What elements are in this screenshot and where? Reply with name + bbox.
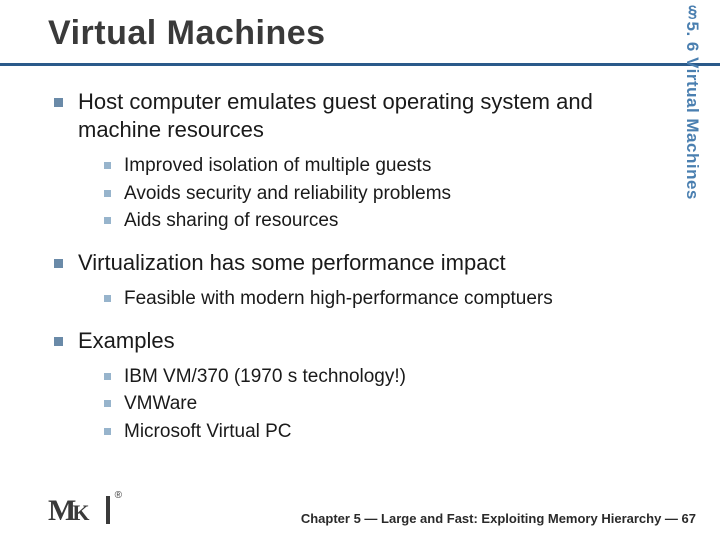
bullet-performance: Virtualization has some performance impa… [54, 249, 680, 277]
logo-letter-k: K [72, 500, 89, 525]
slide-footer: Chapter 5 — Large and Fast: Exploiting M… [301, 511, 696, 526]
sub-list: IBM VM/370 (1970 s technology!) VMWare M… [104, 363, 680, 446]
bullet-feasible: Feasible with modern high-performance co… [104, 285, 680, 313]
bullet-vmware: VMWare [104, 390, 680, 418]
section-tab: §5. 6 Virtual Machines [682, 2, 702, 200]
logo-bar-icon [106, 496, 110, 524]
bullet-host-emulates: Host computer emulates guest operating s… [54, 88, 680, 144]
title-bar: Virtual Machines [0, 0, 720, 66]
bullet-sharing: Aids sharing of resources [104, 207, 680, 235]
bullet-ibm-vm370: IBM VM/370 (1970 s technology!) [104, 363, 680, 391]
registered-icon: ® [115, 490, 122, 501]
sub-list: Improved isolation of multiple guests Av… [104, 152, 680, 235]
bullet-isolation: Improved isolation of multiple guests [104, 152, 680, 180]
slide-title: Virtual Machines [48, 14, 720, 53]
slide-content: Host computer emulates guest operating s… [0, 66, 720, 445]
publisher-logo: MK ® [48, 494, 104, 528]
bullet-examples: Examples [54, 327, 680, 355]
sub-list: Feasible with modern high-performance co… [104, 285, 680, 313]
bullet-ms-virtual-pc: Microsoft Virtual PC [104, 418, 680, 446]
bullet-security: Avoids security and reliability problems [104, 180, 680, 208]
